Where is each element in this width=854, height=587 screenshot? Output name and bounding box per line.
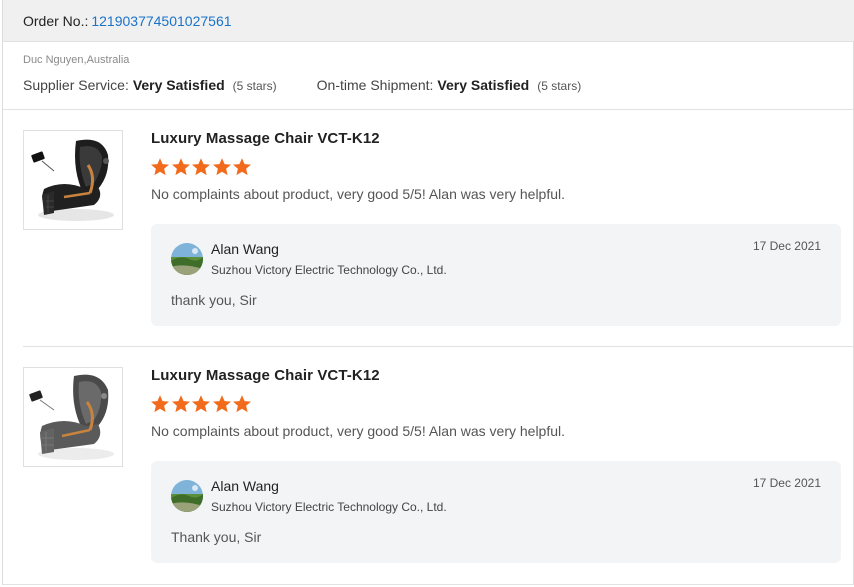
reply-date: 17 Dec 2021 [752,476,821,490]
order-number-link[interactable]: 121903774501027561 [91,13,231,29]
star-icon [151,395,169,413]
rating-stars-text: (5 stars) [537,79,582,93]
star-icon [192,395,210,413]
avatar [171,480,203,512]
replier-name: Alan Wang [211,241,279,257]
massage-chair-image [24,131,122,229]
star-icon [212,158,231,176]
review-item: Luxury Massage Chair VCT-K12 No complain… [23,367,853,587]
reply-date: 17 Dec 2021 [752,239,821,253]
product-title[interactable]: Luxury Massage Chair VCT-K12 [151,130,380,147]
rating-label: Supplier Service: [23,77,129,93]
star-icon [151,158,169,176]
review-comment: No complaints about product, very good 5… [151,423,566,439]
rating-label: On-time Shipment: [316,77,434,93]
star-icon [171,395,190,413]
star-icon [192,158,210,176]
rating-value: Very Satisfied [132,77,225,93]
product-thumbnail[interactable] [23,130,123,230]
order-header: Order No.: 121903774501027561 [3,0,854,42]
rating-stars-text: (5 stars) [232,79,277,93]
supplier-service-rating: Supplier Service: Very Satisfied (5 star… [23,77,277,93]
product-thumbnail[interactable] [23,367,123,467]
divider [23,346,854,347]
replier-company[interactable]: Suzhou Victory Electric Technology Co., … [211,263,447,277]
review-comment: No complaints about product, very good 5… [151,186,566,202]
reply-text: thank you, Sir [171,292,257,308]
massage-chair-image [24,368,122,466]
star-icon [171,158,190,176]
star-icon [233,395,251,413]
star-icon [233,158,251,176]
product-title[interactable]: Luxury Massage Chair VCT-K12 [151,367,380,384]
rating-value: Very Satisfied [437,77,530,93]
replier-company[interactable]: Suzhou Victory Electric Technology Co., … [211,500,447,514]
replier-name: Alan Wang [211,478,279,494]
ratings-summary: Supplier Service: Very Satisfied (5 star… [23,77,581,93]
supplier-reply: Alan Wang Suzhou Victory Electric Techno… [151,461,841,563]
supplier-reply: Alan Wang Suzhou Victory Electric Techno… [151,224,841,326]
review-card: Order No.: 121903774501027561 Duc Nguyen… [2,0,854,585]
avatar [171,243,203,275]
star-icon [212,395,231,413]
star-rating [150,394,253,414]
review-item: Luxury Massage Chair VCT-K12 No complain… [23,130,853,350]
divider [3,109,854,110]
buyer-name-location: Duc Nguyen,Australia [23,54,130,66]
star-rating [150,157,253,177]
order-label: Order No.: [23,12,89,29]
reply-text: Thank you, Sir [171,529,262,545]
on-time-shipment-rating: On-time Shipment: Very Satisfied (5 star… [317,77,582,93]
